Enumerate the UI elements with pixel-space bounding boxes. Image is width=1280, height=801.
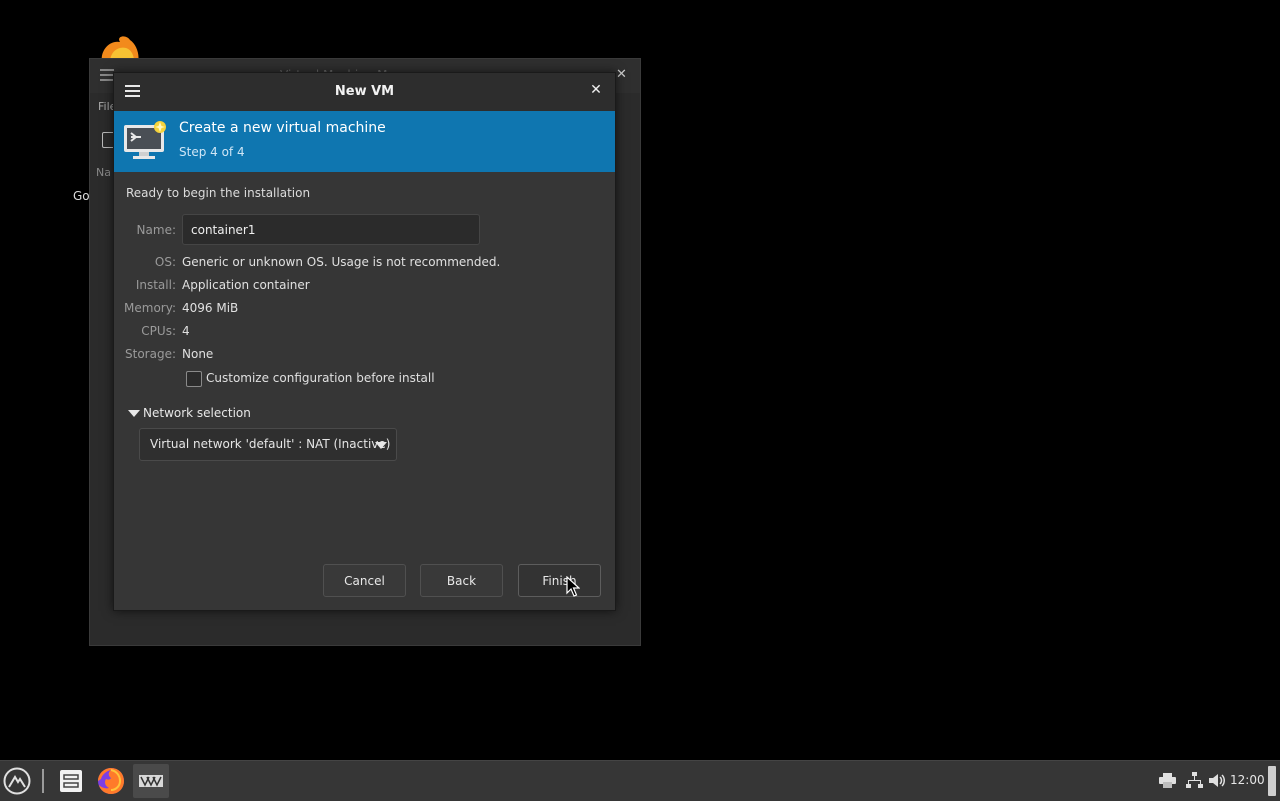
taskbar-separator — [42, 769, 44, 793]
back-button[interactable]: Back — [420, 564, 503, 597]
network-icon[interactable] — [1186, 772, 1203, 789]
banner-title: Create a new virtual machine — [179, 120, 386, 136]
volume-icon[interactable] — [1208, 772, 1225, 789]
chevron-down-icon — [375, 442, 387, 449]
os-label: OS: — [154, 255, 176, 269]
name-field[interactable] — [182, 214, 480, 245]
desktop-icon-label: Go — [73, 189, 90, 203]
memory-value: 4096 MiB — [182, 301, 239, 315]
close-icon[interactable]: ✕ — [588, 82, 604, 100]
finish-button[interactable]: Finish — [518, 564, 601, 597]
taskbar: 12:00 — [0, 760, 1280, 801]
storage-value: None — [182, 347, 214, 361]
network-selection-label[interactable]: Network selection — [143, 406, 251, 420]
install-label: Install: — [135, 278, 176, 292]
network-dropdown[interactable]: Virtual network 'default' : NAT (Inactiv… — [139, 428, 397, 461]
show-desktop-button[interactable] — [1268, 766, 1276, 796]
virt-manager-taskbar-button[interactable] — [133, 764, 169, 798]
start-menu-icon[interactable] — [3, 767, 31, 795]
printer-icon[interactable] — [1159, 773, 1176, 788]
memory-label: Memory: — [124, 301, 176, 315]
name-label: Name: — [136, 223, 176, 237]
ready-text: Ready to begin the installation — [126, 186, 311, 200]
storage-label: Storage: — [125, 347, 176, 361]
cpus-value: 4 — [182, 324, 190, 338]
new-vm-monitor-icon — [124, 121, 166, 159]
new-vm-dialog: New VM ✕ Create a new virtual machine St… — [113, 72, 616, 611]
install-value: Application container — [182, 278, 310, 292]
cancel-button[interactable]: Cancel — [323, 564, 406, 597]
close-icon[interactable]: ✕ — [616, 67, 627, 82]
file-manager-icon[interactable] — [57, 767, 85, 795]
firefox-icon[interactable] — [96, 766, 126, 796]
expander-arrow-icon[interactable] — [128, 410, 140, 417]
virt-manager-icon — [139, 775, 163, 787]
dialog-title: New VM — [334, 84, 395, 99]
cpus-label: CPUs: — [141, 324, 176, 338]
column-header-name: Na — [96, 166, 111, 179]
customize-config-checkbox[interactable] — [186, 371, 202, 387]
clock[interactable]: 12:00 — [1230, 773, 1265, 787]
network-dropdown-value: Virtual network 'default' : NAT (Inactiv… — [150, 437, 391, 451]
mouse-cursor-icon — [566, 576, 580, 597]
banner-step: Step 4 of 4 — [179, 145, 245, 159]
hamburger-menu-icon[interactable] — [100, 69, 114, 81]
os-value: Generic or unknown OS. Usage is not reco… — [182, 255, 501, 269]
wizard-banner: Create a new virtual machine Step 4 of 4 — [114, 111, 615, 172]
customize-config-label[interactable]: Customize configuration before install — [206, 371, 435, 385]
dialog-titlebar: New VM ✕ — [114, 73, 615, 111]
